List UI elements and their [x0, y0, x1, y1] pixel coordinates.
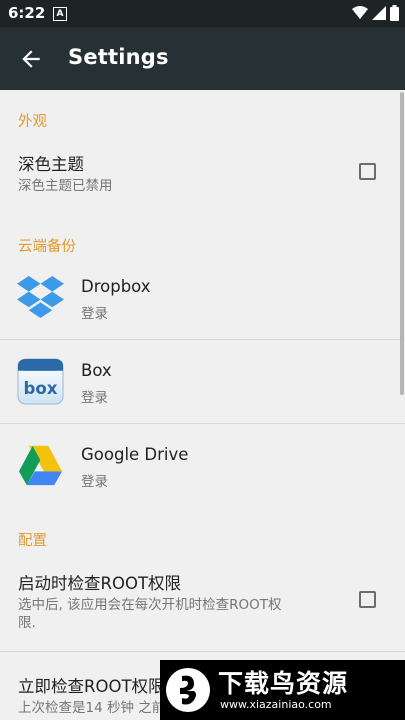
dark-theme-title: 深色主题	[18, 155, 84, 174]
google-drive-icon	[18, 445, 63, 486]
battery-icon	[390, 5, 399, 21]
scrollbar[interactable]	[400, 92, 404, 395]
notification-icon: A	[53, 7, 67, 21]
google-drive-summary: 登录	[81, 474, 108, 490]
root-check-on-start-summary-line1: 选中后, 该应用会在每次开机时检查ROOT权	[18, 597, 282, 613]
page-title: Settings	[68, 45, 169, 69]
divider	[0, 651, 405, 652]
svg-text:box: box	[23, 379, 57, 398]
watermark-text: 下载鸟资源	[218, 669, 349, 698]
dropbox-icon	[17, 275, 64, 319]
dropbox-summary: 登录	[81, 306, 108, 322]
box-icon: box	[17, 358, 64, 405]
root-check-now-title: 立即检查ROOT权限	[18, 677, 165, 696]
section-header-appearance: 外观	[18, 114, 47, 130]
back-arrow-icon[interactable]	[18, 46, 44, 72]
watermark-bird-logo-icon	[166, 668, 210, 712]
dropbox-title: Dropbox	[81, 277, 151, 296]
section-header-cloud-backup: 云端备份	[18, 239, 76, 255]
box-summary: 登录	[81, 390, 108, 406]
divider	[0, 339, 405, 340]
settings-list[interactable]: 外观 深色主题 深色主题已禁用 云端备份 Dropbox 登录 box Box …	[0, 90, 405, 720]
watermark-url: www.xiazainiao.com	[220, 698, 332, 711]
root-check-now-summary: 上次检查是14 秒钟 之前	[18, 700, 166, 716]
signal-icon	[372, 6, 386, 20]
wifi-icon	[352, 6, 368, 19]
root-check-on-start-title: 启动时检查ROOT权限	[18, 574, 182, 593]
system-icons	[352, 5, 399, 21]
status-bar: 6:22 A	[0, 0, 405, 27]
app-toolbar: Settings	[0, 27, 405, 90]
root-check-on-start-checkbox[interactable]	[359, 591, 376, 608]
section-header-config: 配置	[18, 533, 47, 549]
clock: 6:22	[8, 4, 46, 22]
dark-theme-checkbox[interactable]	[359, 163, 376, 180]
dark-theme-summary: 深色主题已禁用	[18, 178, 113, 194]
root-check-on-start-summary-line2: 限.	[18, 615, 36, 631]
box-title: Box	[81, 361, 112, 380]
divider	[0, 423, 405, 424]
google-drive-title: Google Drive	[81, 445, 189, 464]
